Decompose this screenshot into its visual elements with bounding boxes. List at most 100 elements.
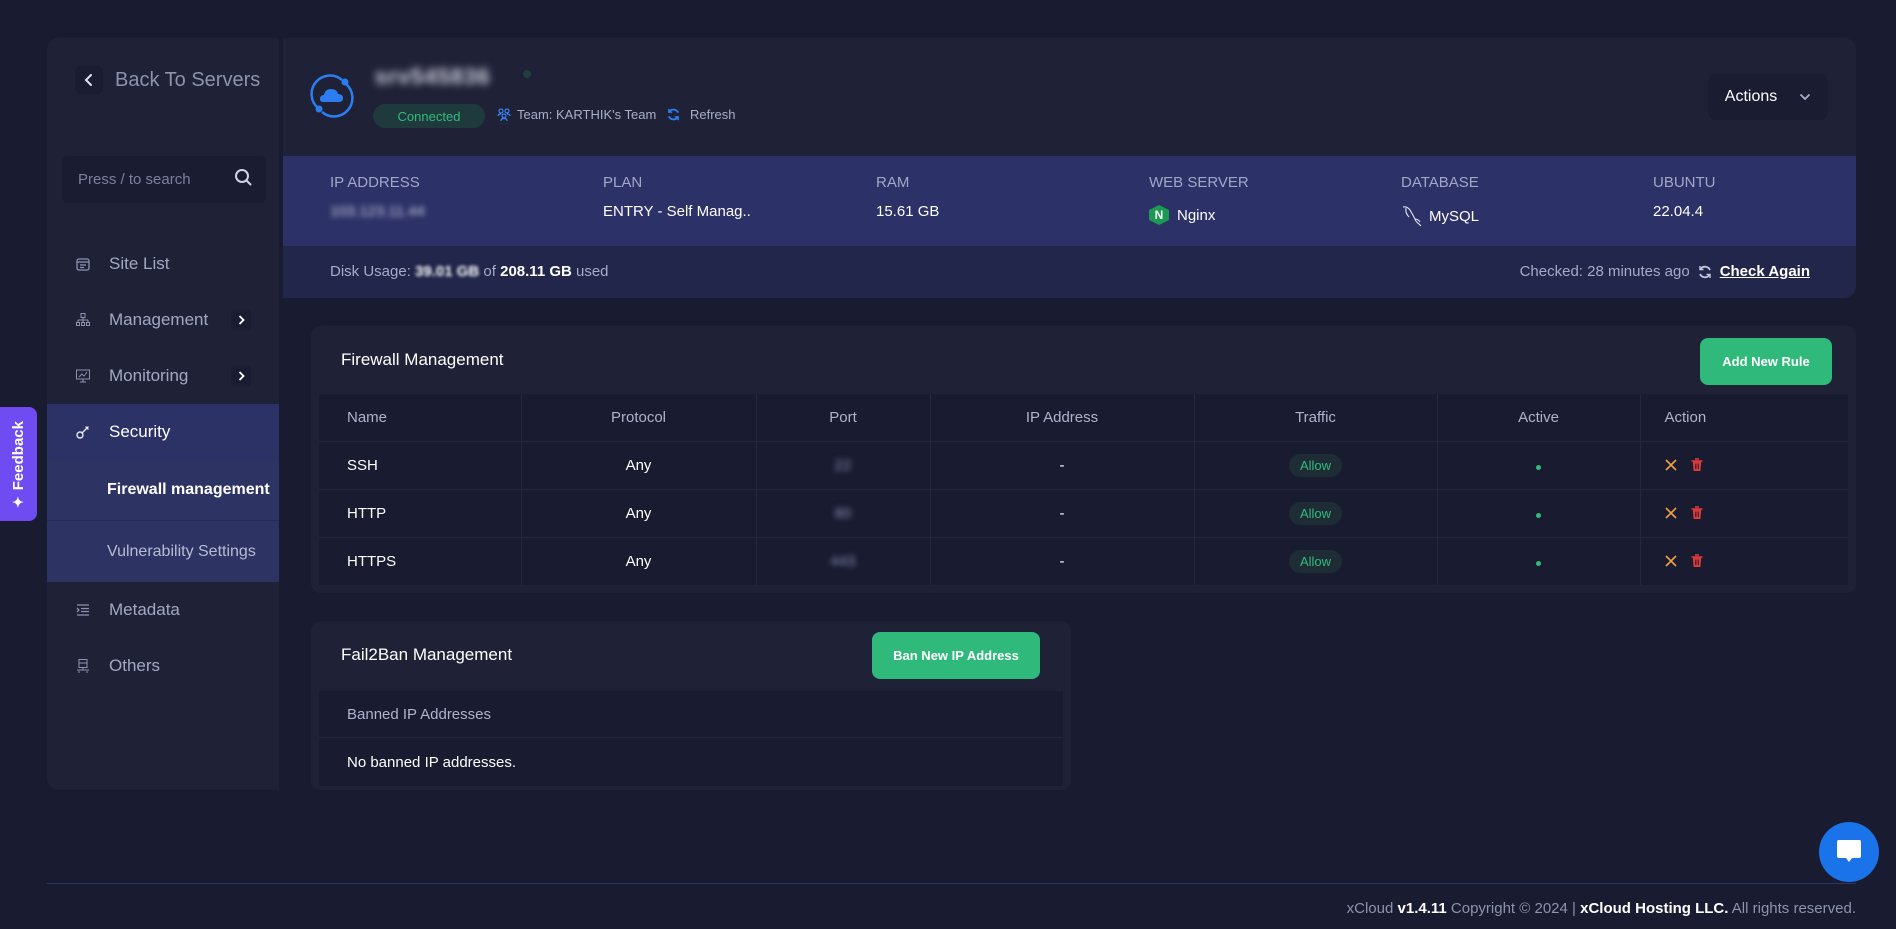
sidebar-item-label: Security: [109, 422, 171, 441]
column-header-protocol[interactable]: Protocol: [521, 394, 757, 442]
delete-rule-button[interactable]: [1691, 458, 1703, 472]
info-ip-address: IP ADDRESS 103.123.11.44: [330, 174, 425, 220]
server-icon: [75, 658, 91, 674]
rule-port: 443: [830, 552, 856, 570]
sidebar-nav: Site List Management Monitoring Security…: [47, 236, 279, 694]
table-row: HTTPS Any 443 - Allow: [319, 537, 1848, 585]
chevron-right-icon[interactable]: [231, 310, 251, 330]
sidebar-item-others[interactable]: Others: [47, 638, 279, 694]
sidebar-item-management[interactable]: Management: [47, 292, 279, 348]
feedback-label: Feedback: [10, 420, 27, 490]
web-server-value: Nginx: [1177, 206, 1216, 224]
disk-total-value: 208.11 GB: [500, 263, 572, 280]
sidebar-subitem-vulnerability-settings[interactable]: Vulnerability Settings: [47, 521, 279, 582]
info-label: IP ADDRESS: [330, 174, 420, 191]
sidebar-item-security[interactable]: Security: [47, 404, 279, 460]
app-version: v1.4.11: [1397, 900, 1447, 917]
plan-value: ENTRY - Self Manag..: [603, 203, 751, 220]
sidebar-subitem-firewall-management[interactable]: Firewall management: [47, 460, 279, 521]
firewall-management-card: Firewall Management Add New Rule Name Pr…: [311, 326, 1856, 593]
nginx-icon: N: [1149, 205, 1169, 225]
rule-ip-address: -: [930, 489, 1195, 538]
disk-usage-suffix: used: [576, 263, 609, 280]
footer-copyright: Copyright © 2024 |: [1450, 900, 1576, 917]
close-icon: [1664, 507, 1677, 519]
database-value: MySQL: [1429, 207, 1480, 225]
info-database: DATABASE MySQL: [1401, 174, 1479, 227]
column-header-name[interactable]: Name: [319, 394, 522, 442]
cloud-server-logo-icon: [310, 74, 354, 118]
firewall-rules-table: Name Protocol Port IP Address Traffic Ac…: [319, 394, 1848, 585]
trash-icon: [1691, 554, 1702, 568]
footer-brand: xCloud: [1346, 900, 1394, 917]
os-version-value: 22.04.4: [1653, 203, 1704, 220]
disable-rule-button[interactable]: [1664, 459, 1677, 471]
footer: xCloud v1.4.11 Copyright © 2024 | xCloud…: [1347, 900, 1856, 917]
active-status-dot: [1536, 560, 1541, 566]
sidebar-item-label: Metadata: [109, 600, 180, 619]
footer-rights: All rights reserved.: [1731, 900, 1856, 917]
back-to-servers-label: Back To Servers: [115, 68, 261, 91]
disk-usage-prefix: Disk Usage:: [330, 263, 411, 280]
monitor-chart-icon: [75, 368, 91, 384]
chevron-left-icon: [75, 66, 103, 94]
disk-usage-text: Disk Usage: 39.01 GB of 208.11 GB used: [330, 263, 609, 280]
copy-icon[interactable]: [523, 70, 531, 78]
info-os: UBUNTU 22.04.4: [1653, 174, 1716, 220]
column-header-banned-ip: Banned IP Addresses: [319, 691, 1063, 738]
delete-rule-button[interactable]: [1691, 506, 1703, 520]
feedback-tab[interactable]: ✦ Feedback: [0, 407, 37, 521]
sitemap-icon: [75, 312, 91, 328]
rule-ip-address: -: [930, 537, 1195, 585]
disk-usage-bar: Disk Usage: 39.01 GB of 208.11 GB used C…: [283, 246, 1856, 298]
disk-used-value: 39.01 GB: [415, 263, 480, 280]
column-header-ip-address[interactable]: IP Address: [930, 394, 1195, 442]
sidebar-item-site-list[interactable]: Site List: [47, 236, 279, 292]
ban-new-ip-button[interactable]: Ban New IP Address: [872, 632, 1040, 679]
chevron-right-icon[interactable]: [231, 366, 251, 386]
sidebar-item-label: Others: [109, 656, 161, 675]
back-to-servers-link[interactable]: Back To Servers: [75, 66, 260, 94]
browser-window-icon: [75, 256, 91, 272]
column-header-active[interactable]: Active: [1437, 394, 1641, 442]
disable-rule-button[interactable]: [1664, 507, 1677, 519]
column-header-action: Action: [1640, 394, 1848, 442]
active-status-dot: [1536, 464, 1541, 470]
column-header-port[interactable]: Port: [756, 394, 931, 442]
rule-protocol: Any: [521, 489, 757, 538]
team-icon: [497, 107, 511, 121]
sidebar-item-label: Monitoring: [109, 366, 189, 385]
sidebar-item-metadata[interactable]: Metadata: [47, 582, 279, 638]
check-again-link[interactable]: Check Again: [1720, 263, 1810, 280]
add-new-rule-button[interactable]: Add New Rule: [1700, 338, 1832, 385]
last-checked: Checked: 28 minutes ago Check Again: [1520, 263, 1810, 280]
team-label: Team: KARTHIK's Team: [517, 107, 657, 122]
search-input[interactable]: [78, 171, 228, 188]
ram-value: 15.61 GB: [876, 203, 940, 220]
column-header-traffic[interactable]: Traffic: [1194, 394, 1438, 442]
fail2ban-management-card: Fail2Ban Management Ban New IP Address B…: [311, 621, 1071, 790]
rule-protocol: Any: [521, 537, 757, 585]
mysql-dolphin-icon: [1402, 206, 1422, 227]
firewall-title: Firewall Management: [341, 350, 504, 369]
team-info: Team: KARTHIK's Team: [497, 107, 656, 122]
sidebar-item-monitoring[interactable]: Monitoring: [47, 348, 279, 404]
table-row: SSH Any 22 - Allow: [319, 441, 1848, 490]
sidebar: Back To Servers Site List Management: [47, 38, 281, 790]
footer-divider: [47, 883, 1856, 884]
support-chat-button[interactable]: [1819, 822, 1879, 882]
refresh-button[interactable]: Refresh: [667, 107, 736, 122]
info-label: WEB SERVER: [1149, 174, 1249, 191]
delete-rule-button[interactable]: [1691, 554, 1703, 568]
banned-ip-table: Banned IP Addresses No banned IP address…: [319, 691, 1063, 786]
key-icon: [75, 424, 91, 440]
chat-icon: [1837, 840, 1861, 862]
refresh-icon: [1698, 265, 1711, 278]
sidebar-item-label: Site List: [109, 254, 170, 273]
disable-rule-button[interactable]: [1664, 555, 1677, 567]
sparkle-icon: ✦: [10, 495, 26, 508]
chevron-down-icon: [1800, 93, 1811, 101]
trash-icon: [1691, 506, 1702, 519]
actions-dropdown-button[interactable]: Actions: [1708, 74, 1828, 120]
search-icon[interactable]: [234, 168, 252, 191]
